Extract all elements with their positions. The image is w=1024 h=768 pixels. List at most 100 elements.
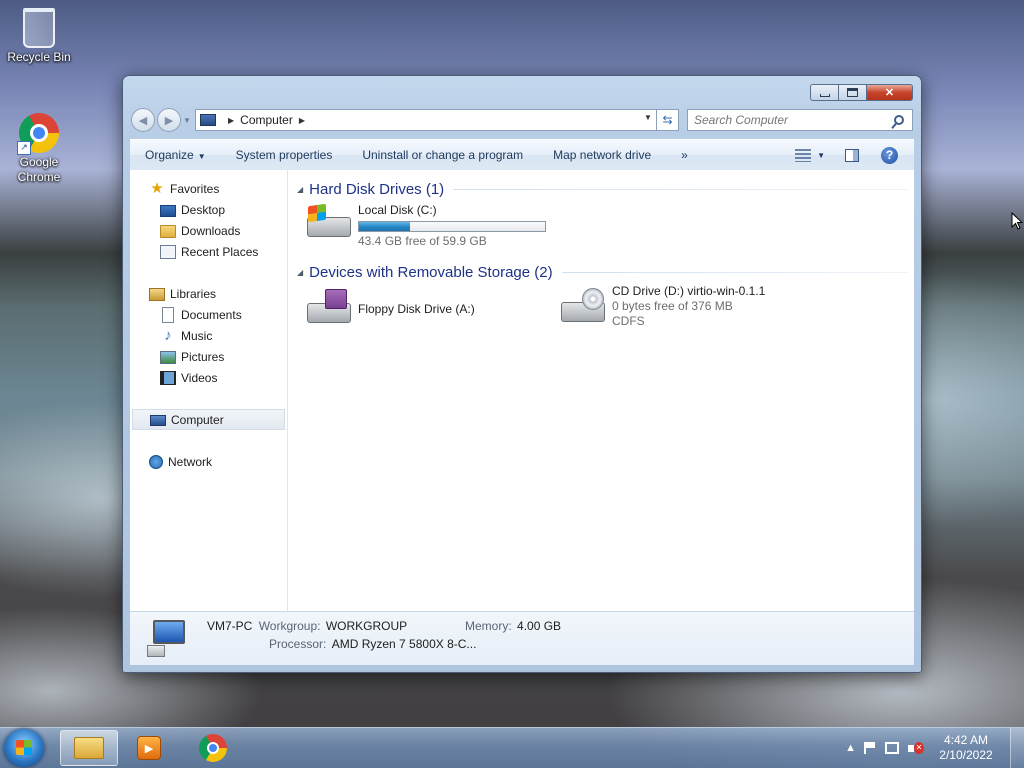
processor-label: Processor: [269,637,327,651]
refresh-button[interactable]: ⇆ [657,109,679,131]
drive-item-floppy-a[interactable]: Floppy Disk Drive (A:) [305,287,475,331]
videos-icon [160,370,176,385]
drive-name: CD Drive (D:) virtio-win-0.1.1 [612,284,766,298]
breadcrumb-computer[interactable]: Computer [240,113,293,127]
nav-item-documents[interactable]: Documents [130,304,287,325]
workgroup-value: WORKGROUP [325,619,408,633]
taskbar-explorer-button[interactable] [60,730,118,766]
nav-item-music[interactable]: ♪ Music [130,325,287,346]
explorer-body: ★ Favorites Desktop Downloads Recent Pla… [130,170,914,611]
help-icon[interactable]: ? [881,146,898,164]
star-icon: ★ [150,179,164,197]
clock-time: 4:42 AM [943,733,989,747]
group-divider [561,272,908,273]
breadcrumb-separator-icon[interactable]: ▶ [299,116,305,125]
drive-name: Local Disk (C:) [358,203,437,217]
taskbar: ▶ ▲ 4:42 AM 2/10/2022 [0,727,1024,768]
desktop-icon [160,204,176,217]
drive-item-local-disk-c[interactable]: Local Disk (C:) 43.4 GB free of 59.9 GB [305,203,546,249]
collapse-triangle-icon[interactable]: ◢ [297,185,303,194]
media-player-icon: ▶ [137,736,161,760]
nav-item-favorites[interactable]: ★ Favorites [130,178,287,199]
organize-menu[interactable]: Organize ▼ [130,148,221,162]
navigation-pane: ★ Favorites Desktop Downloads Recent Pla… [130,170,288,611]
search-input[interactable] [688,112,894,128]
preview-pane-icon[interactable] [845,148,859,162]
map-network-drive-button[interactable]: Map network drive [538,148,666,162]
cd-drive-icon [559,288,607,328]
details-pane: VM7-PC Workgroup: WORKGROUP Memory: 4.00… [130,611,914,665]
desktop-icon-label: Google [19,155,59,169]
network-status-icon[interactable] [885,742,899,754]
clock-date: 2/10/2022 [939,748,993,762]
drive-file-system: CDFS [612,314,645,328]
nav-item-libraries[interactable]: Libraries [130,283,287,304]
show-desktop-button[interactable] [1010,728,1024,768]
group-header-removable-storage[interactable]: ◢ Devices with Removable Storage (2) [297,264,908,281]
breadcrumb-separator-icon[interactable]: ▶ [228,116,234,125]
nav-item-desktop[interactable]: Desktop [130,199,287,220]
computer-monitor-icon [147,620,191,657]
music-icon: ♪ [164,326,172,344]
desktop-icon-label: Chrome [17,170,61,184]
downloads-folder-icon [160,225,176,238]
mouse-cursor-icon [1011,211,1024,233]
computer-icon [200,114,216,126]
taskbar-media-player-button[interactable]: ▶ [120,730,178,766]
back-button[interactable]: ◀ [131,108,155,132]
recycle-bin-icon [19,8,59,48]
forward-arrow-icon: ▶ [164,114,174,127]
chrome-icon [199,734,227,762]
close-button[interactable]: ✕ [867,84,913,101]
minimize-icon [819,94,830,97]
drive-free-space: 43.4 GB free of 59.9 GB [358,234,487,248]
close-icon: ✕ [884,87,895,99]
nav-item-pictures[interactable]: Pictures [130,346,287,367]
back-arrow-icon: ◀ [138,114,148,127]
nav-item-downloads[interactable]: Downloads [130,220,287,241]
drive-usage-bar [358,221,546,232]
pc-name: VM7-PC [207,619,253,633]
content-pane: ◢ Hard Disk Drives (1) Local Disk (C:) 4… [288,170,914,611]
command-bar: Organize ▼ System properties Uninstall or… [130,139,914,171]
address-bar[interactable]: ▶ Computer ▶ ▼ [195,109,657,131]
nav-item-computer[interactable]: Computer [132,409,285,430]
memory-label: Memory: [465,619,512,633]
clock[interactable]: 4:42 AM 2/10/2022 [934,733,998,763]
taskbar-chrome-button[interactable] [184,730,242,766]
explorer-window: ✕ ◀ ▶ ▼ ▶ Computer ▶ ▼ ⇆ Organize▼ Syste… [122,75,922,673]
search-icon[interactable] [894,115,904,125]
group-header-hard-disk-drives[interactable]: ◢ Hard Disk Drives (1) [297,181,908,198]
more-commands-button[interactable]: » [666,148,703,162]
nav-item-network[interactable]: Network [130,451,287,472]
workgroup-label: Workgroup: [258,619,321,633]
search-box[interactable] [687,109,913,131]
desktop-icon-google-chrome[interactable]: ↗ Google Chrome [4,113,74,185]
nav-item-videos[interactable]: Videos [130,367,287,388]
nav-item-recent-places[interactable]: Recent Places [130,241,287,262]
start-button[interactable] [4,729,44,767]
drive-item-cd-d[interactable]: CD Drive (D:) virtio-win-0.1.1 0 bytes f… [559,284,765,329]
recent-places-icon [160,244,176,259]
collapse-triangle-icon[interactable]: ◢ [297,268,303,277]
system-properties-button[interactable]: System properties [221,148,348,162]
minimize-button[interactable] [810,84,839,101]
maximize-button[interactable] [839,84,867,101]
documents-icon [162,306,174,323]
forward-button[interactable]: ▶ [157,108,181,132]
recent-pages-dropdown[interactable]: ▼ [183,116,191,125]
volume-muted-icon[interactable] [908,741,924,755]
change-view-icon[interactable] [795,148,812,162]
windows-explorer-icon [74,737,104,759]
drive-usage-bar-fill [359,222,411,231]
view-options-dropdown-icon[interactable]: ▼ [817,151,825,160]
pictures-icon [160,351,176,364]
address-history-dropdown[interactable]: ▼ [642,113,654,122]
desktop-icon-recycle-bin[interactable]: Recycle Bin [4,8,74,65]
drive-name: Floppy Disk Drive (A:) [358,301,475,316]
show-hidden-icons-arrow-icon[interactable]: ▲ [845,742,856,754]
uninstall-program-button[interactable]: Uninstall or change a program [347,148,538,162]
chevron-down-icon: ▼ [197,152,206,161]
caption-buttons: ✕ [810,84,913,101]
action-center-flag-icon[interactable] [864,742,876,754]
